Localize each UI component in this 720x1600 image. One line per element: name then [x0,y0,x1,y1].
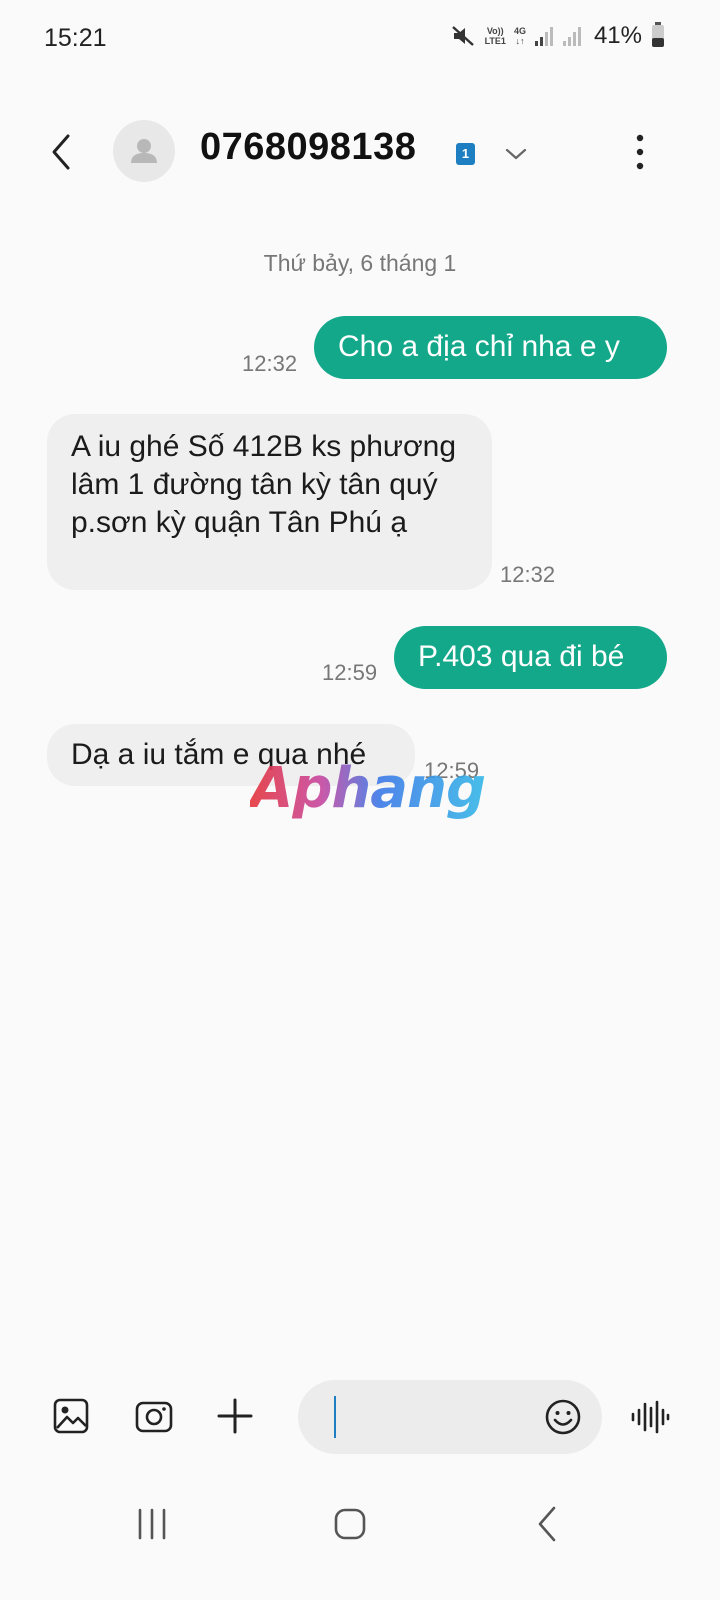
message-bubble-incoming[interactable]: A iu ghé Số 412B ks phương lâm 1 đường t… [47,414,492,590]
signal-icon [534,25,554,47]
more-vert-icon [636,134,644,170]
voice-record-button[interactable] [630,1398,670,1436]
recents-icon [138,1508,166,1540]
recents-button[interactable] [128,1500,176,1548]
message-bubble-incoming[interactable]: Dạ a iu tắm e qua nhé [47,724,415,786]
back-button[interactable] [42,130,82,174]
battery-icon [652,22,664,47]
signal-icon-sim2 [562,25,582,47]
home-button[interactable] [326,1500,374,1548]
home-icon [334,1508,366,1540]
add-attachment-button[interactable] [215,1396,255,1436]
messages-screen: 15:21 Vo)) LTE1 4G ↓↑ 41% 0768098138 1 T… [0,0,720,1600]
battery-fill [652,37,664,47]
message-bubble-outgoing[interactable]: P.403 qua đi bé [394,626,667,689]
volte-indicator: Vo)) LTE1 [485,26,506,46]
text-cursor [334,1396,336,1438]
message-bubble-outgoing[interactable]: Cho a địa chỉ nha e y [314,316,667,379]
data-arrows-icon: ↓↑ [515,36,525,46]
emoji-icon [545,1399,581,1435]
plus-icon [217,1398,253,1434]
avatar-icon [131,139,157,163]
message-time: 12:59 [322,660,378,685]
gallery-icon [53,1398,89,1434]
avatar[interactable] [113,120,175,182]
more-options-button[interactable] [630,132,650,172]
message-time: 12:59 [424,758,480,783]
lte-label: LTE1 [484,36,506,46]
volte-label: Vo)) [486,26,504,36]
message-time: 12:32 [500,562,556,587]
gallery-button[interactable] [51,1396,91,1436]
navigation-bar [0,1490,720,1560]
status-bar: 15:21 Vo)) LTE1 4G ↓↑ 41% [0,0,720,78]
camera-button[interactable] [134,1396,174,1436]
chevron-down-icon [505,148,527,160]
back-nav-button[interactable] [524,1500,572,1548]
date-divider: Thứ bảy, 6 tháng 1 [263,250,457,276]
message-input[interactable] [328,1390,532,1446]
expand-button[interactable] [502,142,530,166]
battery-cap [655,22,661,25]
network-label: 4G [513,26,526,36]
conversation-header: 0768098138 1 [0,112,720,192]
message-time: 12:32 [242,351,298,376]
sim-badge: 1 [456,143,475,165]
back-nav-icon [538,1506,556,1542]
camera-icon [135,1401,173,1433]
back-icon [52,134,70,170]
status-icons: Vo)) LTE1 4G ↓↑ 41% [451,22,664,50]
voice-icon [631,1400,670,1434]
contact-name[interactable]: 0768098138 [200,126,416,169]
battery-percent: 41% [593,22,642,49]
mute-icon [451,24,477,48]
emoji-button[interactable] [544,1398,582,1436]
composer-bar [0,1378,720,1458]
status-time: 15:21 [44,24,107,52]
network-indicator: 4G ↓↑ [514,26,526,46]
message-field[interactable] [298,1380,602,1454]
